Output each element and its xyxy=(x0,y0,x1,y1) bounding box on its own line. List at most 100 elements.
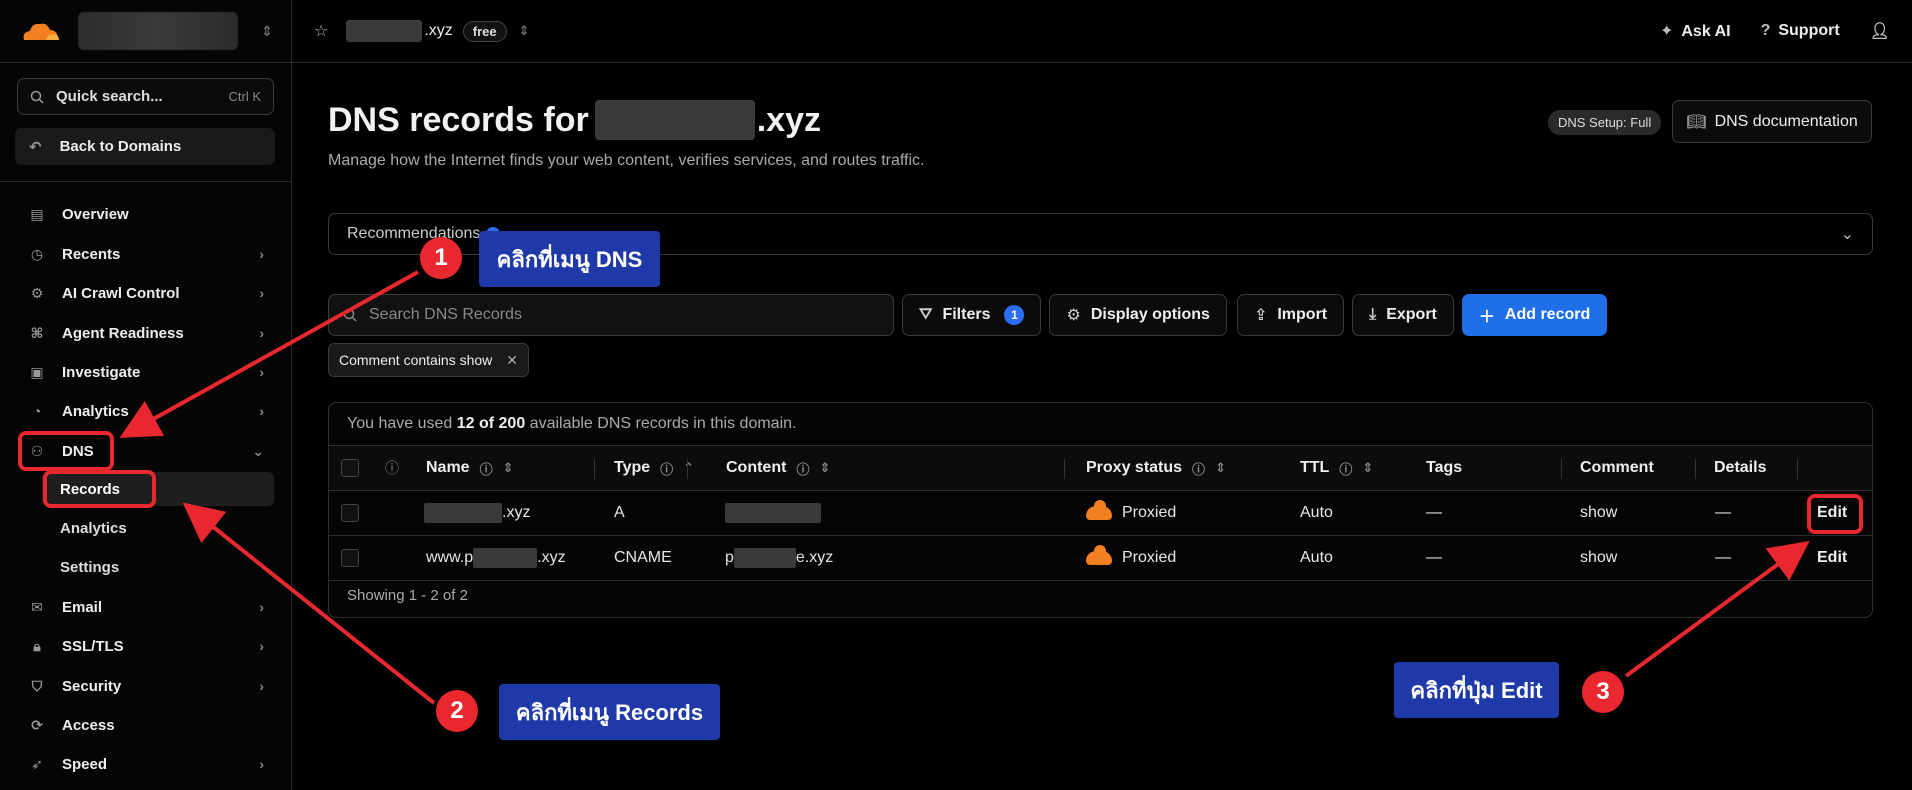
ask-ai-label: Ask AI xyxy=(1681,23,1731,40)
column-content-label: Content xyxy=(726,459,787,476)
sort-icon: ⇕ xyxy=(1362,460,1374,475)
sidebar-item-dns-settings[interactable]: Settings xyxy=(42,550,274,584)
sidebar-item-access[interactable]: ⟳ Access xyxy=(18,708,274,742)
sidebar-item-dns-analytics[interactable]: Analytics xyxy=(42,511,274,545)
sidebar-item-security[interactable]: ⛉ Security › xyxy=(18,669,274,703)
search-dns-records-input[interactable]: Search DNS Records xyxy=(328,294,894,336)
agent-icon: ⌘ xyxy=(30,324,44,341)
record-type: A xyxy=(614,504,625,521)
export-button[interactable]: ⤓ Export xyxy=(1352,294,1454,336)
dns-toolbar: Search DNS Records ⛛ Filters 1 ⚙ Display… xyxy=(328,294,1608,336)
sidebar-item-label: SSL/TLS xyxy=(62,637,124,655)
record-ttl: Auto xyxy=(1300,549,1333,566)
chevron-down-icon: ⌄ xyxy=(252,442,264,459)
chevron-right-icon: › xyxy=(259,246,264,262)
page-title: DNS records for .xyz xyxy=(328,100,821,140)
search-icon xyxy=(30,90,44,104)
add-record-button[interactable]: ＋ Add record xyxy=(1461,294,1608,336)
account-switcher-icon[interactable]: ⇕ xyxy=(261,23,273,40)
domain-name-redacted xyxy=(346,20,423,42)
record-name: www.p .xyz xyxy=(426,536,566,580)
active-filter-chip[interactable]: Comment contains show ✕ xyxy=(328,343,530,377)
sidebar-divider xyxy=(0,181,291,182)
dns-documentation-button[interactable]: 📖︎ DNS documentation xyxy=(1672,100,1872,143)
info-icon: ⓘ xyxy=(796,461,810,477)
document-icon: ▤ xyxy=(30,205,44,222)
pie-chart-icon: ◔ xyxy=(32,403,42,419)
record-content: p e.xyz xyxy=(725,536,833,580)
add-record-label: Add record xyxy=(1504,306,1591,323)
export-label: Export xyxy=(1386,306,1437,323)
domain-switcher-icon[interactable]: ⇕ xyxy=(519,23,530,39)
account-name-redacted[interactable] xyxy=(78,12,238,50)
info-icon: ⓘ xyxy=(479,461,493,477)
search-icon xyxy=(343,308,357,322)
star-icon[interactable]: ☆ xyxy=(314,21,328,41)
sidebar-item-agent-readiness[interactable]: ⌘ Agent Readiness › xyxy=(18,316,274,350)
step-number-3: 3 xyxy=(1582,671,1624,713)
close-icon[interactable]: ✕ xyxy=(506,352,518,369)
cloudflare-logo-icon[interactable] xyxy=(18,18,62,44)
support-button[interactable]: ? Support xyxy=(1761,22,1840,40)
chevron-right-icon: › xyxy=(259,364,264,380)
sidebar-item-recents[interactable]: ◷ Recents › xyxy=(18,237,274,271)
chevron-right-icon: › xyxy=(259,599,264,615)
chevron-right-icon: › xyxy=(259,756,264,772)
sidebar-item-email[interactable]: ✉ Email › xyxy=(18,590,274,624)
select-all-checkbox[interactable] xyxy=(341,459,359,477)
sidebar-item-investigate[interactable]: ▣ Investigate › xyxy=(18,355,274,389)
record-comment: show xyxy=(1580,504,1618,521)
user-icon[interactable]: 👤︎ xyxy=(1870,21,1890,41)
sidebar-item-ai-crawl-control[interactable]: ⚙ AI Crawl Control › xyxy=(18,276,274,310)
record-details: — xyxy=(1715,504,1731,521)
active-filter-label: Comment contains show xyxy=(339,352,493,368)
record-name: .xyz xyxy=(424,491,530,535)
import-button[interactable]: ⇪ Import xyxy=(1236,294,1345,336)
column-content[interactable]: Content ⓘ ⇕ xyxy=(726,446,830,490)
sidebar-item-ssl-tls[interactable]: 🔒︎ SSL/TLS › xyxy=(18,629,274,663)
column-details: Details xyxy=(1714,446,1766,490)
table-row[interactable]: www.p .xyz CNAME p e.xyz Proxied Auto — … xyxy=(329,536,1872,581)
column-name[interactable]: Name ⓘ ⇕ xyxy=(426,446,514,490)
sidebar-item-overview[interactable]: ▤ Overview xyxy=(18,197,274,231)
domain-suffix: .xyz xyxy=(424,22,453,39)
back-to-domains-button[interactable]: ↶ Back to Domains xyxy=(15,128,275,165)
step-number-1: 1 xyxy=(420,237,462,279)
callout-step-1: คลิกที่เมนู DNS xyxy=(479,231,660,287)
quick-search-input[interactable]: Quick search... Ctrl K xyxy=(17,78,274,115)
column-proxy-status[interactable]: Proxy status ⓘ ⇕ xyxy=(1086,446,1226,490)
info-icon: ⓘ xyxy=(660,461,674,477)
column-comment-label: Comment xyxy=(1580,459,1654,476)
column-details-label: Details xyxy=(1714,459,1767,476)
access-icon: ⟳ xyxy=(31,716,43,733)
table-row[interactable]: .xyz A Proxied Auto — show — Edit xyxy=(329,491,1872,536)
account-bar: ⇕ xyxy=(0,0,291,63)
column-type[interactable]: Type ⓘ ⌃ xyxy=(614,446,694,490)
upload-icon: ⇪ xyxy=(1253,307,1268,324)
display-options-button[interactable]: ⚙ Display options xyxy=(1049,294,1227,336)
sidebar-item-label: Email xyxy=(62,598,103,616)
record-content-redacted xyxy=(725,503,821,523)
sort-icon: ⇕ xyxy=(819,460,831,475)
page-title-prefix: DNS records for xyxy=(328,100,589,139)
callout-step-3: คลิกที่ปุ่ม Edit xyxy=(1394,662,1559,718)
row-checkbox[interactable] xyxy=(341,504,359,522)
page-subtitle: Manage how the Internet finds your web c… xyxy=(328,152,925,169)
usage-text: You have used 12 of 200 available DNS re… xyxy=(347,415,796,433)
filters-button[interactable]: ⛛ Filters 1 xyxy=(902,294,1042,336)
column-ttl[interactable]: TTL ⓘ ⇕ xyxy=(1300,446,1373,490)
pagination-summary: Showing 1 - 2 of 2 xyxy=(347,587,468,604)
row-checkbox[interactable] xyxy=(341,549,359,567)
search-placeholder: Search DNS Records xyxy=(369,306,522,323)
column-name-label: Name xyxy=(426,459,470,476)
sidebar-item-analytics[interactable]: ◔ Analytics › xyxy=(18,394,274,428)
chevron-right-icon: › xyxy=(259,638,264,654)
edit-record-button[interactable]: Edit xyxy=(1817,536,1847,580)
dns-records-table: You have used 12 of 200 available DNS re… xyxy=(328,402,1873,618)
sidebar-item-label: Agent Readiness xyxy=(62,324,184,342)
sort-icon: ⇕ xyxy=(502,460,514,475)
sidebar-item-speed[interactable]: ➶ Speed › xyxy=(18,747,274,781)
record-name-prefix: www.p xyxy=(426,549,474,566)
column-tags-label: Tags xyxy=(1426,459,1463,476)
ask-ai-button[interactable]: ✦ Ask AI xyxy=(1660,21,1731,41)
